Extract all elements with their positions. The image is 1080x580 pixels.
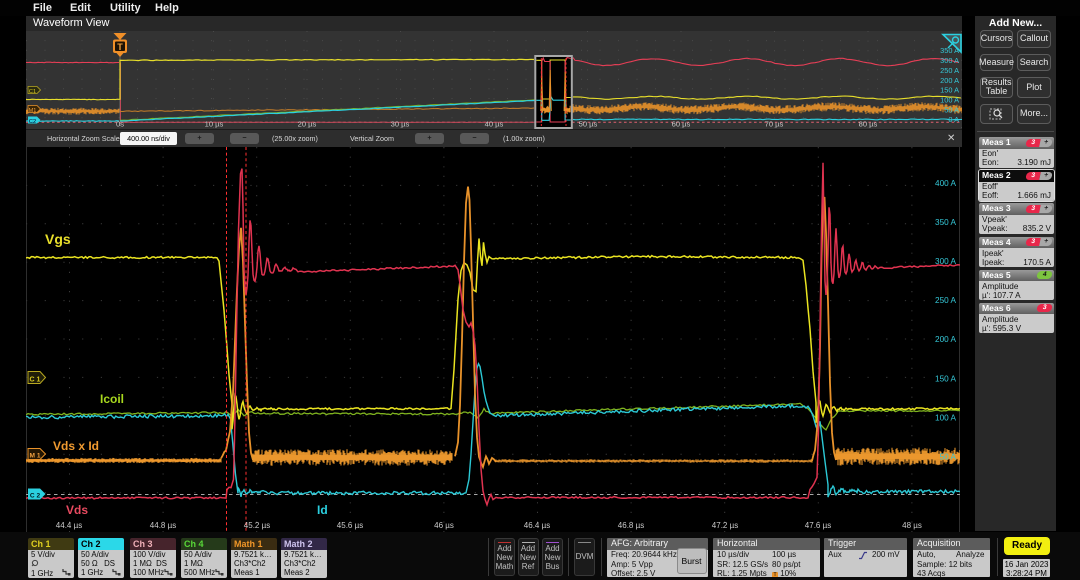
svg-text:50 A: 50 A <box>944 105 959 114</box>
svg-text:T: T <box>117 42 123 52</box>
svg-text:M1: M1 <box>29 108 37 114</box>
svg-text:40 µs: 40 µs <box>485 120 504 129</box>
svg-text:30 µs: 30 µs <box>391 120 410 129</box>
svg-text:250 A: 250 A <box>935 296 956 305</box>
svg-text:C 2: C 2 <box>30 493 41 500</box>
svg-text:C 1: C 1 <box>30 376 41 383</box>
svg-text:100 A: 100 A <box>940 95 959 104</box>
svg-text:10 µs: 10 µs <box>205 120 224 129</box>
svg-text:0s: 0s <box>116 120 124 129</box>
svg-text:150 A: 150 A <box>935 374 956 383</box>
svg-text:80 µs: 80 µs <box>859 120 878 129</box>
svg-text:70 µs: 70 µs <box>765 120 784 129</box>
svg-text:200 A: 200 A <box>940 76 959 85</box>
svg-text:350 A: 350 A <box>940 46 959 55</box>
svg-text:C1: C1 <box>29 89 36 95</box>
svg-text:50 A: 50 A <box>940 453 957 462</box>
svg-text:350 A: 350 A <box>935 218 956 227</box>
svg-text:300 A: 300 A <box>935 257 956 266</box>
svg-text:200 A: 200 A <box>935 335 956 344</box>
svg-text:0 A: 0 A <box>948 115 959 124</box>
svg-text:C2: C2 <box>29 119 36 125</box>
svg-text:150 A: 150 A <box>940 86 959 95</box>
svg-text:250 A: 250 A <box>940 66 959 75</box>
svg-text:50 µs: 50 µs <box>579 120 598 129</box>
svg-text:20 µs: 20 µs <box>298 120 317 129</box>
svg-text:400 A: 400 A <box>935 179 956 188</box>
svg-text:60 µs: 60 µs <box>672 120 691 129</box>
svg-text:100 A: 100 A <box>935 413 956 422</box>
svg-text:300 A: 300 A <box>940 56 959 65</box>
svg-text:M 1: M 1 <box>30 453 41 460</box>
